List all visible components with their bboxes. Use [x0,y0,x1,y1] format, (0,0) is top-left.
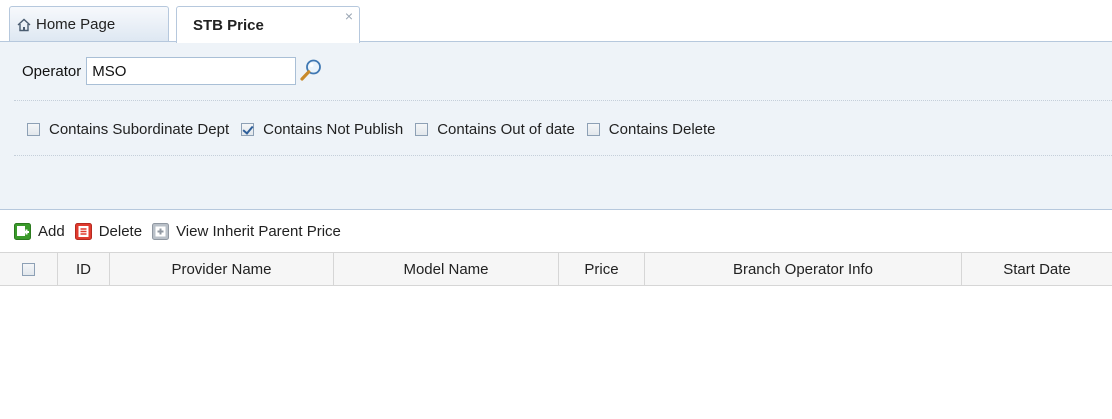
view-inherit-parent-price-button[interactable]: View Inherit Parent Price [152,222,341,240]
separator-line [14,100,1112,101]
option-label: Contains Out of date [437,120,575,138]
option-label: Contains Delete [608,120,716,138]
column-header-start-date[interactable]: Start Date [962,253,1112,285]
tab-bar: Home Page STB Price × [0,0,1112,43]
operator-input[interactable] [86,57,297,85]
operator-row: Operator [0,55,324,87]
tab-close-icon[interactable]: × [345,9,353,23]
grid-body [0,286,1112,419]
delete-label: Delete [98,222,143,240]
checkbox-out-of-date[interactable] [415,122,429,136]
column-header-branch-operator-info[interactable]: Branch Operator Info [645,253,962,285]
grid-toolbar: Add Delete View Inherit Parent Price [0,210,1112,252]
select-all-cell [0,253,58,285]
option-out-of-date[interactable]: Contains Out of date [415,121,575,138]
select-all-checkbox[interactable] [22,262,35,276]
column-header-id[interactable]: ID [58,253,110,285]
filter-options-row: Contains Subordinate Dept Contains Not P… [0,114,728,144]
add-icon [14,222,31,240]
stb-price-app: Home Page STB Price × Operator Contains … [0,0,1112,419]
column-header-provider-name[interactable]: Provider Name [110,253,334,285]
home-icon [17,18,31,31]
checkbox-not-publish[interactable] [241,122,255,136]
option-subordinate-dept[interactable]: Contains Subordinate Dept [27,121,229,138]
column-header-price[interactable]: Price [559,253,645,285]
operator-label: Operator [22,62,82,80]
tab-stb-price-label: STB Price [193,16,264,34]
option-label: Contains Not Publish [263,120,404,138]
add-button[interactable]: Add [14,222,65,240]
inherit-icon [152,222,170,240]
column-header-model-name[interactable]: Model Name [334,253,559,285]
tab-home-page[interactable]: Home Page [9,6,169,42]
filter-panel: Operator Contains Subordinate Dept Conta… [0,42,1112,210]
grid-header: ID Provider Name Model Name Price Branch… [0,252,1112,286]
checkbox-delete[interactable] [586,122,600,136]
tab-stb-price[interactable]: STB Price × [176,6,360,43]
delete-button[interactable]: Delete [74,222,143,240]
option-not-publish[interactable]: Contains Not Publish [241,121,403,138]
add-label: Add [38,222,65,240]
option-delete[interactable]: Contains Delete [586,120,716,138]
view-inherit-parent-price-label: View Inherit Parent Price [176,222,341,240]
option-label: Contains Subordinate Dept [49,120,230,138]
checkbox-subordinate-dept[interactable] [27,122,40,136]
delete-icon [74,222,92,240]
separator-line [14,155,1112,156]
tab-home-label: Home Page [36,16,116,33]
magnifier-icon[interactable] [298,57,324,85]
